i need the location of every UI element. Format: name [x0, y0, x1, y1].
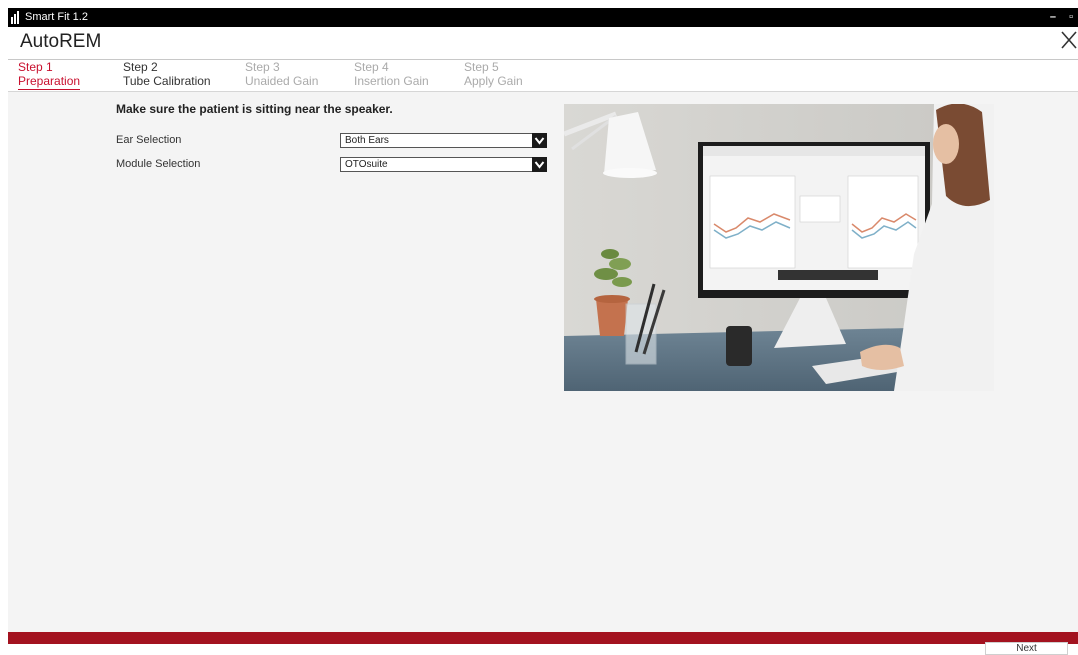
page-title: AutoREM	[20, 31, 102, 52]
step-label: Apply Gain	[464, 74, 523, 88]
module-selection-dropdown[interactable]: OTOsuite	[340, 157, 547, 172]
footer	[8, 644, 1078, 655]
step-label: Insertion Gain	[354, 74, 429, 88]
step-number: Step 3	[245, 60, 280, 74]
restore-button[interactable]: ▫	[1069, 10, 1073, 25]
chevron-down-icon	[532, 133, 547, 148]
step-number: Step 5	[464, 60, 499, 74]
step-5-apply-gain[interactable]: Step 5 Apply Gain	[464, 60, 523, 88]
step-label: Tube Calibration	[123, 74, 211, 88]
step-number: Step 1	[18, 60, 53, 74]
ear-selection-label: Ear Selection	[116, 134, 182, 146]
step-number: Step 2	[123, 60, 158, 74]
module-selection-label: Module Selection	[116, 158, 201, 170]
app-logo-icon	[11, 11, 23, 24]
ear-selection-value: Both Ears	[345, 135, 389, 146]
step-2-tube-calibration[interactable]: Step 2 Tube Calibration	[123, 60, 211, 88]
step-1-preparation[interactable]: Step 1 Preparation	[18, 60, 81, 90]
app-title: Smart Fit 1.2	[25, 11, 88, 23]
title-bar: Smart Fit 1.2 – ▫	[8, 8, 1078, 27]
app-window: Smart Fit 1.2 – ▫ AutoREM Step 1 Prepara…	[0, 0, 1078, 655]
close-button[interactable]	[1058, 29, 1078, 55]
bottom-accent-bar	[8, 632, 1078, 644]
step-number: Step 4	[354, 60, 389, 74]
main-content: Make sure the patient is sitting near th…	[8, 92, 1078, 632]
module-selection-value: OTOsuite	[345, 159, 388, 170]
next-button[interactable]: Next	[985, 642, 1068, 655]
chevron-down-icon	[532, 157, 547, 172]
step-4-insertion-gain[interactable]: Step 4 Insertion Gain	[354, 60, 429, 88]
step-navigation: Step 1 Preparation Step 2 Tube Calibrati…	[8, 60, 1078, 92]
setup-illustration-photo	[564, 104, 994, 391]
step-3-unaided-gain[interactable]: Step 3 Unaided Gain	[245, 60, 318, 88]
step-label: Unaided Gain	[245, 74, 319, 88]
app-header: AutoREM	[8, 27, 1078, 60]
minimize-button[interactable]: –	[1050, 10, 1056, 25]
close-icon	[1061, 31, 1077, 49]
step-label: Preparation	[18, 74, 81, 90]
instruction-text: Make sure the patient is sitting near th…	[116, 102, 393, 116]
ear-selection-dropdown[interactable]: Both Ears	[340, 133, 547, 148]
